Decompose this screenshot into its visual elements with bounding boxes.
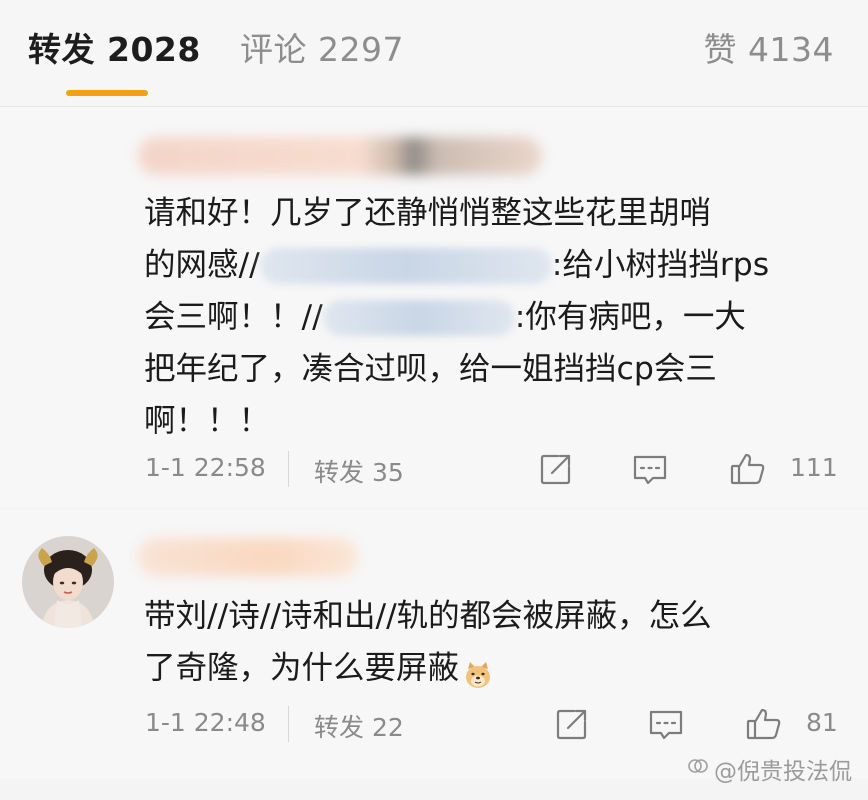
text-line: 啊！！！ bbox=[144, 403, 271, 439]
share-icon[interactable] bbox=[536, 449, 576, 489]
tab-comments[interactable]: 评论 2297 bbox=[240, 28, 404, 72]
active-tab-indicator bbox=[66, 90, 148, 96]
avatar[interactable] bbox=[22, 536, 114, 628]
thumbs-up-icon[interactable] bbox=[728, 449, 768, 489]
comment-icon[interactable] bbox=[646, 704, 686, 744]
doge-emoji-icon bbox=[463, 654, 493, 688]
blurred-mention[interactable] bbox=[322, 300, 515, 336]
repost-text: 带刘//诗//诗和出//轨的都会被屏蔽，怎么 了奇隆，为什么要屏蔽 bbox=[144, 590, 834, 694]
text-segment: 的网感// bbox=[144, 247, 260, 283]
text-line: 把年纪了，凑合过呗，给一姐挡挡cp会三 bbox=[144, 351, 717, 387]
blurred-mention[interactable] bbox=[259, 248, 552, 284]
text-line: 请和好！几岁了还静悄悄整这些花里胡哨 bbox=[144, 195, 712, 231]
text-segment: 会三啊！！// bbox=[144, 299, 323, 335]
repost-item[interactable]: 请和好！几岁了还静悄悄整这些花里胡哨 的网感// :给小树挡挡rps 会三啊！！/… bbox=[0, 107, 868, 507]
share-icon[interactable] bbox=[552, 704, 592, 744]
post-footer: 1-1 22:58 转发 35 111 bbox=[0, 443, 868, 493]
text-segment: 了奇隆，为什么要屏蔽 bbox=[144, 650, 460, 686]
repost-count-button[interactable]: 转发 22 bbox=[314, 708, 404, 744]
post-footer: 1-1 22:48 转发 22 81 bbox=[0, 698, 868, 748]
watermark-logo-icon bbox=[686, 754, 710, 784]
thumbs-up-icon[interactable] bbox=[744, 704, 784, 744]
like-count: 81 bbox=[806, 708, 838, 737]
tab-bar: 转发 2028 评论 2297 赞 4134 bbox=[0, 0, 868, 107]
watermark: @倪贵投法侃 bbox=[686, 752, 852, 786]
divider bbox=[288, 706, 289, 742]
repost-text: 请和好！几岁了还静悄悄整这些花里胡哨 的网感// :给小树挡挡rps 会三啊！！/… bbox=[144, 187, 834, 447]
timestamp: 1-1 22:58 bbox=[145, 453, 266, 482]
blurred-username[interactable] bbox=[138, 538, 358, 576]
text-line: 了奇隆，为什么要屏蔽 bbox=[144, 642, 834, 694]
text-segment: :给小树挡挡rps bbox=[551, 247, 770, 283]
text-line: 会三啊！！// :你有病吧，一大 bbox=[144, 291, 834, 343]
watermark-text: @倪贵投法侃 bbox=[714, 759, 852, 785]
timestamp: 1-1 22:48 bbox=[145, 708, 266, 737]
text-line: 带刘//诗//诗和出//轨的都会被屏蔽，怎么 bbox=[144, 598, 712, 634]
tab-forward[interactable]: 转发 2028 bbox=[28, 28, 201, 72]
repost-count-button[interactable]: 转发 35 bbox=[314, 453, 404, 489]
blurred-username[interactable] bbox=[138, 137, 542, 175]
text-line: 的网感// :给小树挡挡rps bbox=[144, 239, 834, 291]
tab-likes[interactable]: 赞 4134 bbox=[704, 28, 834, 72]
comment-icon[interactable] bbox=[630, 449, 670, 489]
like-count: 111 bbox=[790, 453, 838, 482]
text-segment: :你有病吧，一大 bbox=[514, 299, 746, 335]
repost-item[interactable]: 带刘//诗//诗和出//轨的都会被屏蔽，怎么 了奇隆，为什么要屏蔽 1-1 22… bbox=[0, 510, 868, 778]
divider bbox=[288, 451, 289, 487]
